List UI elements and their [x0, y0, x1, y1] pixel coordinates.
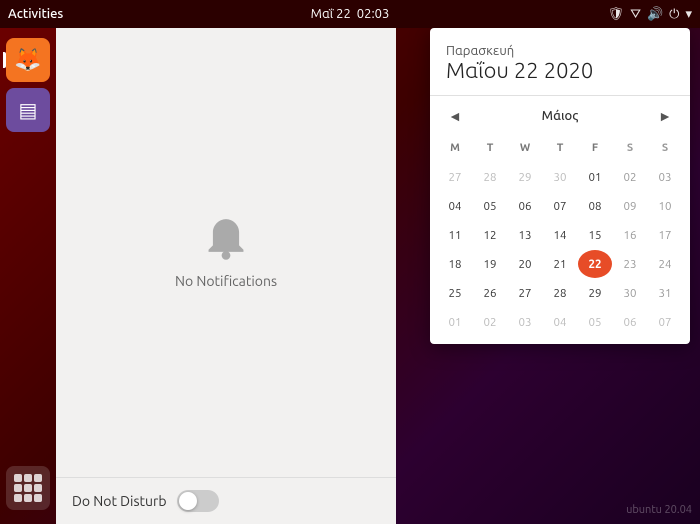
cal-day-cell[interactable]: 28 [543, 279, 577, 307]
grid-dot [24, 494, 32, 502]
calendar-full-date: Μαΐου 22 2020 [446, 58, 674, 83]
cal-header-cell: W [508, 134, 542, 162]
do-not-disturb-label: Do Not Disturb [72, 493, 167, 509]
show-applications-button[interactable] [6, 466, 50, 510]
cal-day-cell[interactable]: 15 [578, 221, 612, 249]
cal-day-cell[interactable]: 07 [543, 192, 577, 220]
cal-day-cell[interactable]: 05 [578, 308, 612, 336]
topbar-right: 🛡 ⛛ 🔊 ⏻ ▾ [608, 7, 692, 22]
notification-content: No Notifications [56, 28, 396, 477]
notification-panel: No Notifications Do Not Disturb [56, 28, 396, 524]
firefox-icon: 🦊 [14, 47, 41, 73]
cal-day-cell[interactable]: 03 [508, 308, 542, 336]
cal-day-cell[interactable]: 27 [508, 279, 542, 307]
cal-day-cell[interactable]: 04 [438, 192, 472, 220]
grid-dot [24, 484, 32, 492]
cal-header-cell: M [438, 134, 472, 162]
cal-day-cell[interactable]: 22 [578, 250, 612, 278]
cal-day-cell[interactable]: 04 [543, 308, 577, 336]
cal-day-cell[interactable]: 25 [438, 279, 472, 307]
bell-icon-container [202, 217, 250, 265]
cal-day-cell[interactable]: 12 [473, 221, 507, 249]
topbar: Activities Μαΐ 22 02:03 🛡 ⛛ 🔊 ⏻ ▾ [0, 0, 700, 28]
volume-icon[interactable]: 🔊 [647, 7, 663, 22]
app2-icon: ▤ [19, 98, 38, 122]
cal-header-cell: S [648, 134, 682, 162]
cal-header-cell: F [578, 134, 612, 162]
cal-day-cell[interactable]: 20 [508, 250, 542, 278]
cal-day-cell[interactable]: 01 [578, 163, 612, 191]
topbar-left: Activities [8, 7, 63, 21]
cal-day-cell[interactable]: 29 [508, 163, 542, 191]
cal-day-cell[interactable]: 17 [648, 221, 682, 249]
cal-day-cell[interactable]: 07 [648, 308, 682, 336]
cal-day-cell[interactable]: 18 [438, 250, 472, 278]
cal-day-cell[interactable]: 31 [648, 279, 682, 307]
cal-day-cell[interactable]: 05 [473, 192, 507, 220]
toggle-knob [179, 492, 197, 510]
notification-footer: Do Not Disturb [56, 477, 396, 524]
network-icon[interactable]: ⛛ [630, 7, 641, 22]
bell-icon [202, 217, 250, 265]
no-notifications-text: No Notifications [175, 273, 277, 289]
cal-day-cell[interactable]: 27 [438, 163, 472, 191]
calendar-grid: MTWTFSS272829300102030405060708091011121… [438, 134, 682, 336]
cal-day-cell[interactable]: 24 [648, 250, 682, 278]
desktop: 🦊 ▤ [0, 28, 700, 524]
cal-day-cell[interactable]: 09 [613, 192, 647, 220]
calendar-header: Παρασκευή Μαΐου 22 2020 [430, 28, 690, 96]
topbar-date[interactable]: Μαΐ 22 [311, 7, 351, 21]
ubuntu-logo: ubuntu 20.04 [626, 504, 692, 516]
topbar-center: Μαΐ 22 02:03 [311, 7, 390, 21]
calendar-day-name: Παρασκευή [446, 44, 674, 58]
grid-dot [14, 474, 22, 482]
grid-dot [34, 474, 42, 482]
dock-icon-firefox[interactable]: 🦊 [6, 38, 50, 82]
cal-day-cell[interactable]: 16 [613, 221, 647, 249]
cal-day-cell[interactable]: 30 [613, 279, 647, 307]
topbar-time[interactable]: 02:03 [357, 7, 390, 21]
do-not-disturb-toggle[interactable] [177, 490, 219, 512]
grid-dot [34, 484, 42, 492]
power-icon[interactable]: ⏻ [669, 7, 679, 22]
cal-day-cell[interactable]: 01 [438, 308, 472, 336]
cal-header-cell: S [613, 134, 647, 162]
grid-dot [24, 474, 32, 482]
grid-dot [14, 484, 22, 492]
grid-dot [14, 494, 22, 502]
cal-day-cell[interactable]: 10 [648, 192, 682, 220]
calendar-prev-button[interactable]: ◄ [442, 104, 468, 128]
cal-day-cell[interactable]: 28 [473, 163, 507, 191]
dock: 🦊 ▤ [0, 28, 56, 524]
grid-dot [34, 494, 42, 502]
cal-day-cell[interactable]: 02 [473, 308, 507, 336]
dock-indicator [3, 52, 6, 68]
cal-header-cell: T [543, 134, 577, 162]
cal-day-cell[interactable]: 30 [543, 163, 577, 191]
cal-day-cell[interactable]: 19 [473, 250, 507, 278]
dock-icon-app2[interactable]: ▤ [6, 88, 50, 132]
cal-day-cell[interactable]: 23 [613, 250, 647, 278]
cal-day-cell[interactable]: 06 [613, 308, 647, 336]
shield-icon[interactable]: 🛡 [608, 7, 625, 22]
cal-day-cell[interactable]: 02 [613, 163, 647, 191]
cal-day-cell[interactable]: 13 [508, 221, 542, 249]
cal-header-cell: T [473, 134, 507, 162]
activities-button[interactable]: Activities [8, 7, 63, 21]
cal-day-cell[interactable]: 11 [438, 221, 472, 249]
cal-day-cell[interactable]: 21 [543, 250, 577, 278]
cal-day-cell[interactable]: 06 [508, 192, 542, 220]
cal-day-cell[interactable]: 29 [578, 279, 612, 307]
cal-day-cell[interactable]: 14 [543, 221, 577, 249]
calendar-month-label: Μάιος [542, 109, 579, 123]
calendar-next-button[interactable]: ► [652, 104, 678, 128]
arrow-down-icon[interactable]: ▾ [685, 7, 692, 22]
calendar-panel: Παρασκευή Μαΐου 22 2020 ◄ Μάιος ► MTWTFS… [430, 28, 690, 344]
calendar-nav: ◄ Μάιος ► [438, 104, 682, 128]
calendar-body: ◄ Μάιος ► MTWTFSS27282930010203040506070… [430, 96, 690, 344]
apps-grid-icon [14, 474, 42, 502]
cal-day-cell[interactable]: 08 [578, 192, 612, 220]
cal-day-cell[interactable]: 26 [473, 279, 507, 307]
cal-day-cell[interactable]: 03 [648, 163, 682, 191]
